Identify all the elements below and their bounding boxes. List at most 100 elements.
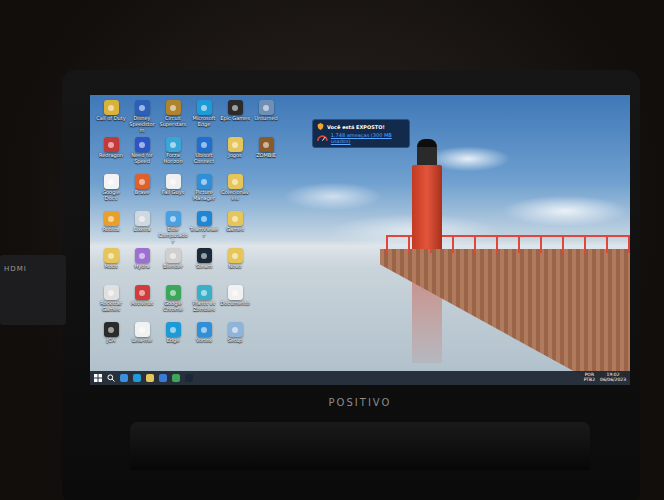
desktop-icon[interactable]: Disney Speedstorm [127, 100, 157, 136]
desktop-icon [251, 211, 281, 247]
desktop-icon[interactable]: Vortex [189, 322, 219, 358]
desktop-icon[interactable]: Google Docs [96, 174, 126, 210]
app-icon [197, 322, 212, 337]
desktop-icon[interactable]: Ubisoft Connect [189, 137, 219, 173]
desktop-icon[interactable]: Hydra [127, 248, 157, 284]
app-icon [166, 285, 181, 300]
icon-label: Epic Games [220, 116, 250, 122]
desktop-icon[interactable]: Picture Manager [189, 174, 219, 210]
taskbar-app-icon[interactable] [159, 374, 167, 382]
icon-label: Setup [220, 338, 250, 344]
icon-label: Call of Duty [96, 116, 126, 122]
desktop: Call of DutyDisney SpeedstormCircuit Sup… [90, 95, 630, 371]
icon-label: Blender [158, 264, 188, 270]
icon-row: JCALeia-meEdgeVortexSetup [96, 322, 630, 358]
icon-label: Vortex [189, 338, 219, 344]
desktop-icon[interactable]: Redragon [96, 137, 126, 173]
hdmi-device: HDMI [0, 255, 66, 325]
desktop-icon[interactable]: Edge [158, 322, 188, 358]
desktop-icon[interactable]: Circuit Superstars [158, 100, 188, 136]
monitor: Call of DutyDisney SpeedstormCircuit Sup… [62, 70, 640, 500]
desktop-icon[interactable]: Steam [189, 248, 219, 284]
desktop-icon[interactable]: ZOMBIE [251, 137, 281, 173]
monitor-stand [130, 422, 590, 470]
desktop-icon[interactable]: Documento [220, 285, 250, 321]
desktop-icon[interactable]: Brave [127, 174, 157, 210]
app-icon [197, 137, 212, 152]
desktop-icon[interactable]: Setup [220, 322, 250, 358]
icon-label: Rockstar Games [96, 301, 126, 313]
app-icon [259, 322, 274, 337]
icon-label: Mods [96, 264, 126, 270]
desktop-icon[interactable]: Fall Guys [158, 174, 188, 210]
desktop-icon[interactable]: Colecionáveis [220, 174, 250, 210]
desktop-icon[interactable]: Lixeira [127, 211, 157, 247]
notification[interactable]: Você está EXPOSTO! 1.748 ameaças (300 MB … [312, 119, 410, 148]
app-icon [135, 248, 150, 263]
app-icon [135, 322, 150, 337]
icon-label: TeamViewer [189, 227, 219, 239]
notification-title: Você está EXPOSTO! [327, 124, 385, 130]
app-icon [259, 174, 274, 189]
desktop-icon[interactable]: Forza Horizon [158, 137, 188, 173]
desktop-icon[interactable]: Unturned [251, 100, 281, 136]
taskbar-app-icon[interactable] [146, 374, 154, 382]
app-icon [259, 137, 274, 152]
windows-start-icon[interactable] [94, 374, 102, 382]
icon-row: Rockstar GamesAntivírusGoogle ChromePlan… [96, 285, 630, 321]
desktop-icon [251, 248, 281, 284]
desktop-icon[interactable]: Novo [220, 248, 250, 284]
icon-label: Novo [220, 264, 250, 270]
clock[interactable]: 19:0206/06/2023 [600, 373, 626, 383]
app-icon [166, 174, 181, 189]
app-icon [166, 137, 181, 152]
app-icon [197, 174, 212, 189]
app-icon [228, 322, 243, 337]
desktop-icon[interactable]: Leia-me [127, 322, 157, 358]
icon-label: Redragon [96, 153, 126, 159]
icon-label: Steam [189, 264, 219, 270]
desktop-icon[interactable]: TeamViewer [189, 211, 219, 247]
desktop-icon[interactable]: Mods [96, 248, 126, 284]
desktop-icon[interactable]: JCA [96, 322, 126, 358]
icon-label: Microsoft Edge [189, 116, 219, 128]
desktop-icon[interactable]: Call of Duty [96, 100, 126, 136]
desktop-icon[interactable]: Games [220, 211, 250, 247]
desktop-icon[interactable]: Microsoft Edge [189, 100, 219, 136]
icon-label: Google Docs [96, 190, 126, 202]
app-icon [104, 285, 119, 300]
icon-label: Antivírus [127, 301, 157, 307]
app-icon [135, 211, 150, 226]
app-icon [104, 322, 119, 337]
icon-label: Este Computador [158, 227, 188, 244]
desktop-icon[interactable]: Blender [158, 248, 188, 284]
monitor-brand: POSITIVO [329, 397, 392, 408]
taskbar-app-icon[interactable] [133, 374, 141, 382]
desktop-icon[interactable]: Plants vs Zombies [189, 285, 219, 321]
taskbar-app-icon[interactable] [120, 374, 128, 382]
taskbar-app-icon[interactable] [172, 374, 180, 382]
app-icon [197, 100, 212, 115]
app-icon [135, 285, 150, 300]
desktop-icon[interactable]: Este Computador [158, 211, 188, 247]
notification-link[interactable]: 1.748 ameaças (300 MB usados) [331, 132, 405, 144]
keyboard-layout[interactable]: PORPTB2 [584, 373, 595, 383]
desktop-icon[interactable]: Antivírus [127, 285, 157, 321]
app-icon [104, 100, 119, 115]
gauge-icon [317, 134, 328, 142]
app-icon [135, 100, 150, 115]
desktop-icon[interactable]: Google Chrome [158, 285, 188, 321]
icon-label: Need for Speed [127, 153, 157, 165]
taskbar-app-icon[interactable] [185, 374, 193, 382]
app-icon [104, 174, 119, 189]
desktop-icon[interactable]: Rockstar Games [96, 285, 126, 321]
search-icon[interactable] [107, 374, 115, 382]
icon-label: Roblox [96, 227, 126, 233]
taskbar: PORPTB2 19:0206/06/2023 [90, 371, 630, 385]
icon-label: Google Chrome [158, 301, 188, 313]
desktop-icon[interactable]: Epic Games [220, 100, 250, 136]
app-icon [228, 174, 243, 189]
desktop-icon[interactable]: Jogos [220, 137, 250, 173]
desktop-icon[interactable]: Need for Speed [127, 137, 157, 173]
desktop-icon[interactable]: Roblox [96, 211, 126, 247]
